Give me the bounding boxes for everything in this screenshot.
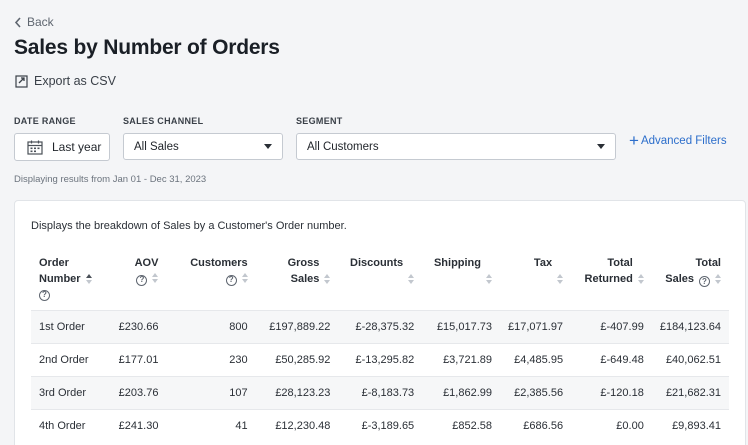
- export-label: Export as CSV: [34, 74, 116, 88]
- sort-icon: [637, 274, 644, 284]
- report-card: Displays the breakdown of Sales by a Cus…: [14, 200, 746, 445]
- col-tax[interactable]: Tax: [500, 252, 571, 310]
- date-range-picker[interactable]: Last year: [14, 133, 110, 161]
- sales-table: Order Number ? AOV ? Customers ? Gross Sal…: [31, 252, 729, 442]
- sort-icon: [241, 272, 248, 283]
- col-total-returned[interactable]: Total Returned: [571, 252, 652, 310]
- caret-down-icon: [597, 144, 605, 149]
- table-row: 1st Order £230.66 800 £197,889.22 £-28,3…: [31, 309, 729, 343]
- col-customers[interactable]: Customers ?: [166, 252, 255, 310]
- sort-icon: [408, 274, 415, 284]
- sort-icon: [557, 274, 564, 284]
- sales-channel-label: SALES CHANNEL: [123, 116, 204, 126]
- advanced-filters-label: Advanced Filters: [640, 135, 727, 147]
- col-discounts[interactable]: Discounts: [338, 252, 422, 310]
- back-label: Back: [27, 15, 54, 29]
- export-icon: [15, 75, 28, 88]
- table-row: 4th Order £241.30 41 £12,230.48 £-3,189.…: [31, 408, 729, 442]
- segment-value: All Customers: [307, 140, 379, 153]
- plus-icon: +: [629, 131, 639, 150]
- sort-icon: [324, 274, 331, 284]
- page-title: Sales by Number of Orders: [14, 36, 280, 59]
- table-row: 2nd Order £177.01 230 £50,285.92 £-13,29…: [31, 342, 729, 376]
- date-range-value: Last year: [52, 140, 102, 154]
- segment-label: SEGMENT: [296, 116, 343, 126]
- table-row: 3rd Order £203.76 107 £28,123.23 £-8,183…: [31, 375, 729, 409]
- export-csv-button[interactable]: Export as CSV: [15, 74, 116, 88]
- help-icon[interactable]: ?: [699, 276, 710, 287]
- back-link[interactable]: Back: [14, 15, 54, 29]
- caret-down-icon: [264, 144, 272, 149]
- table-header-row: Order Number ? AOV ? Customers ? Gross Sal…: [31, 252, 729, 310]
- help-icon[interactable]: ?: [136, 274, 148, 286]
- report-description: Displays the breakdown of Sales by a Cus…: [31, 220, 347, 232]
- col-gross-sales[interactable]: Gross Sales: [256, 252, 339, 310]
- sort-icon: [85, 274, 92, 284]
- date-range-summary: Displaying results from Jan 01 - Dec 31,…: [14, 174, 207, 185]
- calendar-icon: [27, 140, 43, 155]
- col-total-sales[interactable]: Total Sales?: [652, 252, 729, 310]
- segment-select[interactable]: All Customers: [296, 133, 616, 160]
- help-icon[interactable]: ?: [39, 289, 50, 301]
- advanced-filters-link[interactable]: + Advanced Filters: [629, 131, 727, 150]
- sales-channel-value: All Sales: [134, 140, 179, 153]
- chevron-left-icon: [14, 16, 21, 28]
- sort-icon: [152, 272, 159, 283]
- sort-icon: [486, 274, 492, 284]
- sort-icon: [715, 274, 721, 284]
- date-range-label: DATE RANGE: [14, 116, 76, 126]
- col-order-number[interactable]: Order Number ?: [31, 252, 108, 310]
- help-icon[interactable]: ?: [225, 274, 237, 286]
- sales-channel-select[interactable]: All Sales: [123, 133, 283, 160]
- col-aov[interactable]: AOV ?: [108, 252, 167, 310]
- col-shipping[interactable]: Shipping: [422, 252, 500, 310]
